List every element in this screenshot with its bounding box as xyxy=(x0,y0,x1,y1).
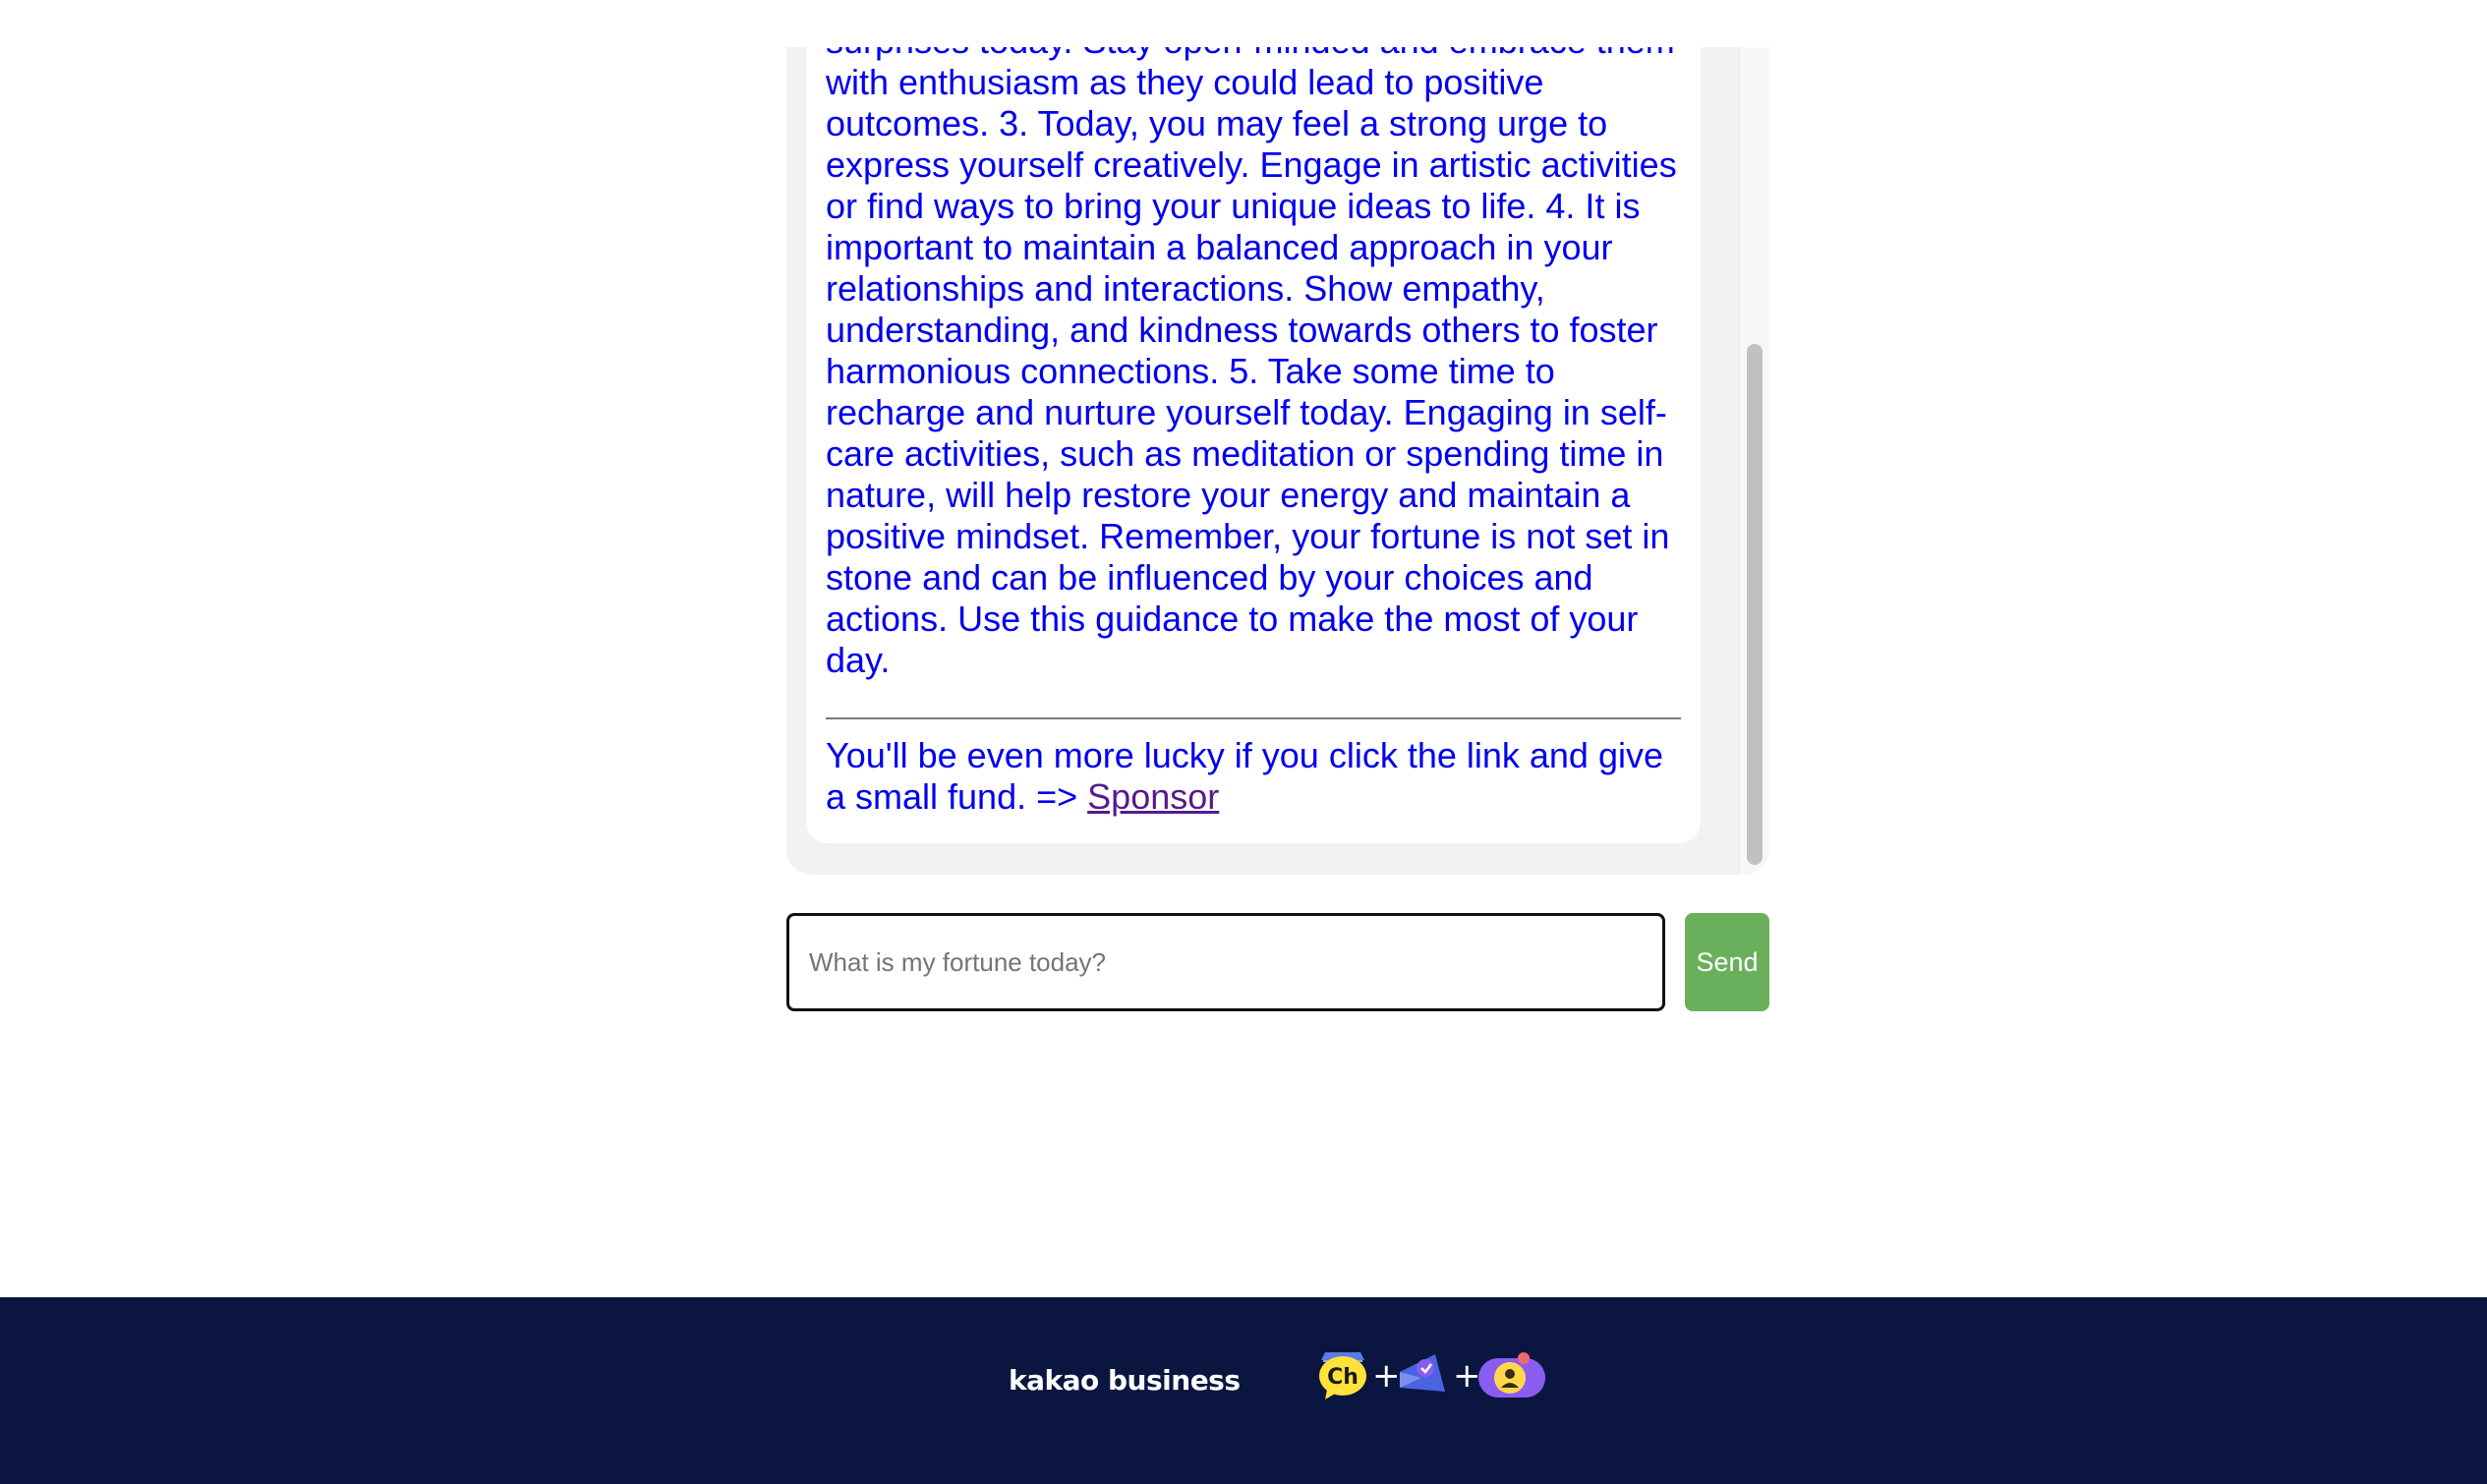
chat-scrollbar[interactable] xyxy=(1739,47,1769,875)
kakao-channel-icon: Ch xyxy=(1319,1352,1366,1399)
kakao-message-ad-icon xyxy=(1400,1354,1445,1392)
kakao-talk-profile-icon xyxy=(1478,1352,1545,1398)
sponsor-link[interactable]: Sponsor xyxy=(1087,776,1219,817)
sponsor-message: You'll be even more lucky if you click t… xyxy=(826,735,1681,818)
page: surprises today. Stay open-minded and em… xyxy=(0,0,2487,1484)
footer-product-icons: Ch + + xyxy=(1317,1348,1553,1407)
message-divider xyxy=(826,717,1681,719)
svg-text:Ch: Ch xyxy=(1327,1365,1359,1390)
sponsor-prefix-text: You'll be even more lucky if you click t… xyxy=(826,735,1663,817)
chat-container[interactable]: surprises today. Stay open-minded and em… xyxy=(786,47,1769,875)
fortune-response-text: surprises today. Stay open-minded and em… xyxy=(826,47,1677,680)
message-input-row: Send xyxy=(786,913,1769,1011)
bot-message-bubble: surprises today. Stay open-minded and em… xyxy=(806,47,1701,843)
chat-scrollbar-thumb[interactable] xyxy=(1747,344,1763,865)
footer: kakao business Ch + + xyxy=(0,1297,2487,1484)
fortune-question-input[interactable] xyxy=(786,913,1665,1011)
kakao-business-logo: kakao business xyxy=(1009,1364,1241,1397)
send-button[interactable]: Send xyxy=(1685,913,1769,1011)
